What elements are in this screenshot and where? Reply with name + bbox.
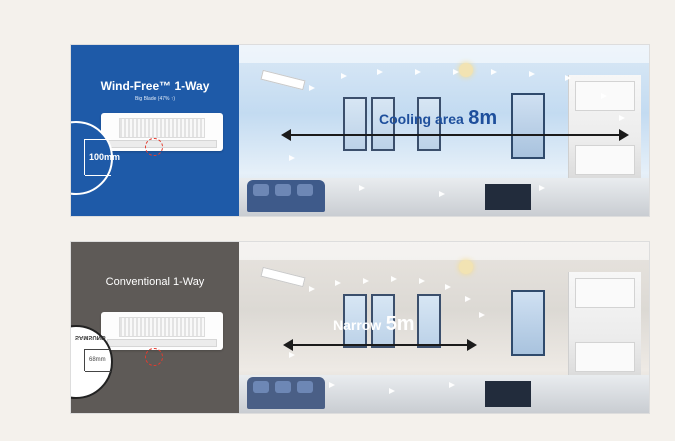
- wind-free-panel: Wind-Free™ 1-Way Big Blade (47% ↑) 100mm: [70, 44, 650, 217]
- airflow-arrow: [309, 85, 315, 91]
- airflow-arrow: [363, 278, 369, 284]
- airflow-arrow: [377, 69, 383, 75]
- room-scene-conventional: Narrow 5m: [239, 242, 649, 413]
- airflow-arrow: [329, 382, 335, 388]
- airflow-arrow: [389, 388, 395, 394]
- airflow-arrow: [565, 75, 571, 81]
- ceiling: [239, 242, 649, 260]
- airflow-arrow: [415, 69, 421, 75]
- airflow-arrow: [449, 382, 455, 388]
- dimension-bar: [84, 349, 85, 371]
- dimension-tick-bottom: [85, 371, 111, 372]
- conventional-panel: Conventional 1-Way SAMSUNG 68mm Narrow 5…: [70, 241, 650, 414]
- dimension-tick-top: [85, 349, 111, 350]
- airflow-arrow: [529, 71, 535, 77]
- window: [417, 294, 441, 348]
- room-scene-wind-free: Cooling area 8m: [239, 45, 649, 216]
- ac-grille: [119, 118, 205, 138]
- wind-free-subtitle: Big Blade (47% ↑): [134, 96, 176, 102]
- coverage-label-value: 5m: [385, 313, 415, 335]
- dining-table: [485, 381, 531, 407]
- kitchen-cabinet: [575, 145, 635, 175]
- arrowhead-right: [467, 339, 477, 351]
- airflow-arrow: [465, 296, 471, 302]
- ceiling: [239, 45, 649, 63]
- ceiling-ac-vent: [260, 266, 306, 288]
- kitchen-cabinet: [575, 278, 635, 308]
- coverage-label: Cooling area 8m: [379, 107, 497, 130]
- airflow-arrow: [391, 276, 397, 282]
- airflow-arrow: [539, 185, 545, 191]
- arrowhead-right: [619, 129, 629, 141]
- cushion: [275, 381, 291, 393]
- airflow-arrow: [479, 312, 485, 318]
- cushion: [297, 184, 313, 196]
- airflow-arrow: [289, 155, 295, 161]
- dining-table: [485, 184, 531, 210]
- coverage-arrow: [283, 339, 477, 351]
- pendant-lamp: [459, 260, 473, 274]
- airflow-arrow: [289, 352, 295, 358]
- blade-highlight-circle: [145, 138, 163, 156]
- cushion: [275, 184, 291, 196]
- airflow-arrow: [341, 73, 347, 79]
- coverage-arrow: [281, 129, 629, 141]
- sofa: [247, 377, 325, 409]
- blade-highlight-circle: [145, 348, 163, 366]
- airflow-arrow: [359, 185, 365, 191]
- conventional-ac-unit: [101, 312, 223, 350]
- arrowhead-left: [281, 129, 291, 141]
- arrowhead-left: [283, 339, 293, 351]
- ac-blade: [107, 339, 217, 347]
- cushion: [253, 381, 269, 393]
- kitchen-cabinet: [575, 342, 635, 372]
- blade-dimension-label: 100mm: [89, 152, 121, 162]
- ac-grille: [119, 317, 205, 337]
- glass-door: [511, 93, 545, 159]
- airflow-arrow: [439, 191, 445, 197]
- kitchen-cabinets: [568, 75, 641, 185]
- airflow-arrow: [419, 278, 425, 284]
- airflow-arrow: [445, 284, 451, 290]
- airflow-arrow: [601, 93, 607, 99]
- dimension-bar: [84, 139, 85, 175]
- airflow-arrow: [309, 286, 315, 292]
- ceiling-ac-vent: [260, 69, 306, 91]
- airflow-arrow: [453, 69, 459, 75]
- blade-dimension-label: 68mm: [89, 357, 106, 363]
- wind-free-title: Wind-Free™ 1-Way: [100, 79, 210, 93]
- dimension-tick-bottom: [85, 175, 111, 176]
- pendant-lamp: [459, 63, 473, 77]
- kitchen-cabinets: [568, 272, 641, 382]
- airflow-arrow: [619, 115, 625, 121]
- coverage-label-text: Cooling area: [379, 111, 464, 127]
- coverage-label: Narrow 5m: [333, 313, 415, 336]
- window: [343, 97, 367, 151]
- samsung-logo-mirrored: SAMSUNG: [75, 334, 106, 340]
- airflow-arrow: [335, 280, 341, 286]
- cushion: [253, 184, 269, 196]
- cushion: [297, 381, 313, 393]
- glass-door: [511, 290, 545, 356]
- coverage-label-value: 8m: [468, 107, 498, 129]
- sofa: [247, 180, 325, 212]
- coverage-label-text: Narrow: [333, 317, 382, 333]
- conventional-title: Conventional 1-Way: [105, 276, 205, 288]
- dimension-tick-top: [85, 139, 111, 140]
- airflow-arrow: [491, 69, 497, 75]
